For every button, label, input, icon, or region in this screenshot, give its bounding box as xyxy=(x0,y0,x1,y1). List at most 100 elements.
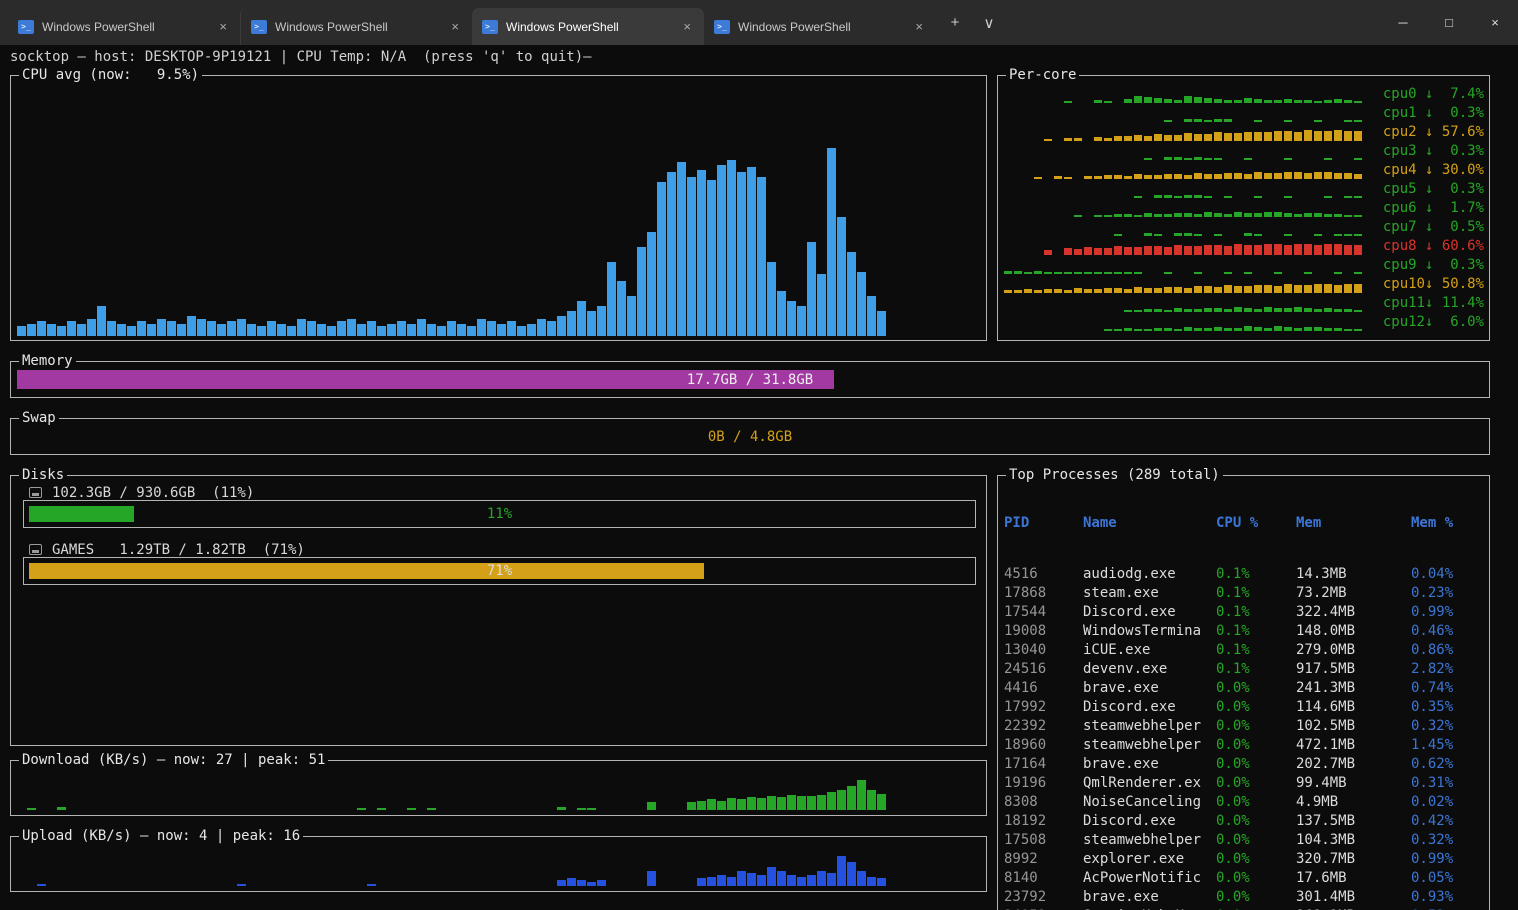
process-mem: 472.1MB xyxy=(1296,736,1411,755)
process-cpu-percent: 0.1% xyxy=(1216,641,1296,660)
core-row: cpu3 ↓ 0.3% xyxy=(1004,141,1484,160)
disk-label: GAMES 1.29TB / 1.82TB (71%) xyxy=(52,542,305,558)
process-name: steamwebhelper xyxy=(1083,717,1216,736)
process-pid: 17868 xyxy=(1004,584,1083,603)
tab-windows-powershell[interactable]: >_Windows PowerShell× xyxy=(240,8,472,45)
core-sparkline xyxy=(1004,276,1380,293)
process-name: brave.exe xyxy=(1083,888,1216,907)
process-cpu-percent: 0.0% xyxy=(1216,755,1296,774)
download-chart xyxy=(17,780,980,810)
process-mem-percent: 0.42% xyxy=(1411,812,1485,831)
process-mem: 137.5MB xyxy=(1296,812,1411,831)
core-row: cpu12↓ 6.0% xyxy=(1004,312,1484,331)
process-row: 19196QmlRenderer.ex0.0%99.4MB0.31% xyxy=(1004,774,1485,793)
process-name: steamwebhelper xyxy=(1083,831,1216,850)
core-row: cpu0 ↓ 7.4% xyxy=(1004,84,1484,103)
process-name: steamwebhelper xyxy=(1083,736,1216,755)
process-pid: 17164 xyxy=(1004,755,1083,774)
swap-gauge: 0B / 4.8GB xyxy=(17,427,1483,446)
process-mem-percent: 0.32% xyxy=(1411,717,1485,736)
powershell-icon: >_ xyxy=(251,20,267,34)
process-column-header: CPU % xyxy=(1216,514,1296,533)
window-controls: ─ □ × xyxy=(1380,0,1518,45)
process-cpu-percent: 0.0% xyxy=(1216,679,1296,698)
process-row: 18960steamwebhelper0.0%472.1MB1.45% xyxy=(1004,736,1485,755)
powershell-icon: >_ xyxy=(18,20,34,34)
process-cpu-percent: 0.0% xyxy=(1216,869,1296,888)
process-mem-percent: 1.45% xyxy=(1411,736,1485,755)
core-row: cpu2 ↓ 57.6% xyxy=(1004,122,1484,141)
process-mem-percent: 0.35% xyxy=(1411,698,1485,717)
core-sparkline xyxy=(1004,200,1380,217)
core-label: cpu9 ↓ 0.3% xyxy=(1380,256,1484,274)
process-column-header: Mem % xyxy=(1411,514,1485,533)
process-mem: 241.3MB xyxy=(1296,679,1411,698)
swap-panel: Swap 0B / 4.8GB xyxy=(10,418,1490,455)
tab-close-icon[interactable]: × xyxy=(912,19,926,34)
tab-windows-powershell[interactable]: >_Windows PowerShell× xyxy=(472,8,704,45)
process-mem: 102.5MB xyxy=(1296,717,1411,736)
process-name: brave.exe xyxy=(1083,679,1216,698)
process-name: NoiseCanceling xyxy=(1083,793,1216,812)
tab-close-icon[interactable]: × xyxy=(680,19,694,34)
process-cpu-percent: 0.0% xyxy=(1216,717,1296,736)
core-row: cpu1 ↓ 0.3% xyxy=(1004,103,1484,122)
processes-title: Top Processes (289 total) xyxy=(1006,467,1223,483)
tab-close-icon[interactable]: × xyxy=(216,19,230,34)
cpu-history-chart xyxy=(17,88,980,336)
memory-panel: Memory 17.7GB / 31.8GB xyxy=(10,361,1490,398)
process-name: iCUE.exe xyxy=(1083,641,1216,660)
process-pid: 24516 xyxy=(1004,660,1083,679)
process-name: devenv.exe xyxy=(1083,660,1216,679)
process-name: WindowsTermina xyxy=(1083,622,1216,641)
process-cpu-percent: 0.1% xyxy=(1216,660,1296,679)
core-sparkline xyxy=(1004,162,1380,179)
process-mem-percent: 0.86% xyxy=(1411,641,1485,660)
process-pid: 19008 xyxy=(1004,622,1083,641)
process-pid: 4516 xyxy=(1004,565,1083,584)
process-mem-percent: 0.99% xyxy=(1411,850,1485,869)
process-pid: 19196 xyxy=(1004,774,1083,793)
process-row: 18192Discord.exe0.0%137.5MB0.42% xyxy=(1004,812,1485,831)
process-row: 4416brave.exe0.0%241.3MB0.74% xyxy=(1004,679,1485,698)
process-mem: 279.0MB xyxy=(1296,641,1411,660)
process-pid: 17508 xyxy=(1004,831,1083,850)
core-row: cpu9 ↓ 0.3% xyxy=(1004,255,1484,274)
process-pid: 17992 xyxy=(1004,698,1083,717)
per-core-panel: Per-core cpu0 ↓ 7.4%cpu1 ↓ 0.3%cpu2 ↓ 57… xyxy=(997,75,1490,341)
core-row: cpu7 ↓ 0.5% xyxy=(1004,217,1484,236)
process-cpu-percent: 0.1% xyxy=(1216,584,1296,603)
tab-close-icon[interactable]: × xyxy=(448,19,462,34)
process-pid: 4416 xyxy=(1004,679,1083,698)
tab-dropdown-button[interactable]: ∨ xyxy=(974,8,1004,38)
core-sparkline xyxy=(1004,314,1380,331)
process-name: Discord.exe xyxy=(1083,812,1216,831)
memory-gauge: 17.7GB / 31.8GB xyxy=(17,370,1483,389)
process-cpu-percent: 0.0% xyxy=(1216,850,1296,869)
core-row: cpu6 ↓ 1.7% xyxy=(1004,198,1484,217)
process-mem-percent: 0.23% xyxy=(1411,584,1485,603)
core-row: cpu11↓ 11.4% xyxy=(1004,293,1484,312)
core-sparkline xyxy=(1004,124,1380,141)
core-label: cpu3 ↓ 0.3% xyxy=(1380,142,1484,160)
powershell-icon: >_ xyxy=(714,20,730,34)
core-label: cpu10↓ 50.8% xyxy=(1380,275,1484,293)
disk-gauge-percent: 11% xyxy=(24,501,975,527)
tab-windows-powershell[interactable]: >_Windows PowerShell× xyxy=(704,8,936,45)
cpu-avg-title: CPU avg (now: 9.5%) xyxy=(19,67,202,83)
process-mem: 14.3MB xyxy=(1296,565,1411,584)
process-cpu-percent: 0.1% xyxy=(1216,622,1296,641)
core-label: cpu11↓ 11.4% xyxy=(1380,294,1484,312)
tab-windows-powershell[interactable]: >_Windows PowerShell× xyxy=(8,8,240,45)
terminal-viewport: socktop — host: DESKTOP-9P19121 | CPU Te… xyxy=(0,45,1518,910)
new-tab-button[interactable]: + xyxy=(940,8,970,38)
close-button[interactable]: × xyxy=(1472,0,1518,45)
minimize-button[interactable]: ─ xyxy=(1380,0,1426,45)
title-bar: >_Windows PowerShell×>_Windows PowerShel… xyxy=(0,0,1518,45)
maximize-button[interactable]: □ xyxy=(1426,0,1472,45)
disk-usage-gauge: 71% xyxy=(23,557,976,585)
download-panel: Download (KB/s) — now: 27 | peak: 51 xyxy=(10,760,987,816)
core-row: cpu10↓ 50.8% xyxy=(1004,274,1484,293)
core-sparkline xyxy=(1004,181,1380,198)
process-row: 8308NoiseCanceling0.0%4.9MB0.02% xyxy=(1004,793,1485,812)
